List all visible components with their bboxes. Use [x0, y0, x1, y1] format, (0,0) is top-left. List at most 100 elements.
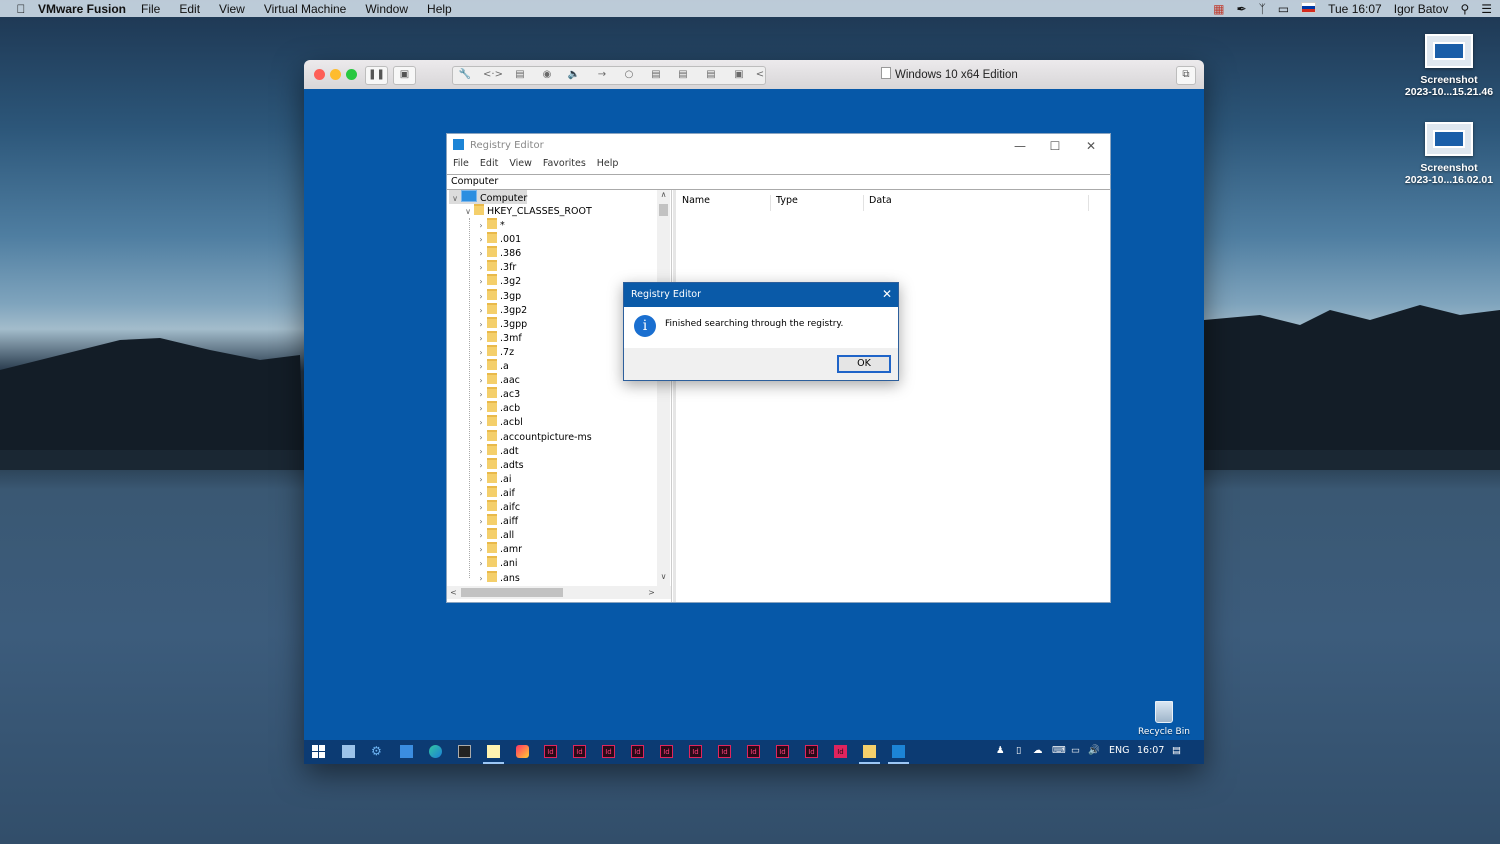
indesign-icon-3[interactable]: Id	[602, 745, 615, 758]
tree-vertical-scrollbar[interactable]: ∧ ∨	[657, 190, 670, 586]
tree-item-key[interactable]: › .a	[475, 359, 509, 373]
tree-item-key[interactable]: › .ani	[475, 556, 518, 570]
tree-item-key[interactable]: › .acbl	[475, 415, 523, 429]
pane-splitter[interactable]	[673, 190, 676, 602]
vmware-titlebar[interactable]: ❚❚ ▣ 🔧 <·> ▤ ◉ 🔈 → ○ ▤ ▤ ▤ ▣ < Windows 1…	[304, 60, 1204, 90]
tree-item-key[interactable]: › .3gpp	[475, 316, 527, 332]
menu-file[interactable]: File	[141, 2, 160, 16]
fullscreen-button[interactable]: ⧉	[1176, 66, 1196, 85]
chevron-right-icon[interactable]: ›	[475, 572, 487, 586]
indesign-icon-11[interactable]: Id	[834, 745, 847, 758]
chevron-right-icon[interactable]: ›	[475, 233, 487, 247]
language-indicator[interactable]: ENG	[1109, 745, 1129, 756]
chevron-right-icon[interactable]: ›	[475, 557, 487, 571]
volume-icon[interactable]: 🔊	[1088, 745, 1100, 756]
desktop-screenshot-2[interactable]: Screenshot 2023-10...16.02.01	[1394, 122, 1500, 186]
control-center-icon[interactable]: ☰	[1481, 2, 1492, 16]
close-icon[interactable]: ✕	[882, 287, 892, 301]
indesign-icon-9[interactable]: Id	[776, 745, 789, 758]
close-icon[interactable]: ✕	[1076, 137, 1106, 155]
sound-icon[interactable]: 🔈	[563, 66, 585, 83]
regedit-menu-help[interactable]: Help	[597, 158, 619, 174]
tree-item-key[interactable]: › .acb	[475, 401, 520, 415]
tree-item-key[interactable]: › .aiff	[475, 514, 518, 528]
chevron-right-icon[interactable]: ›	[475, 459, 487, 473]
tree-item-key[interactable]: › .adts	[475, 457, 524, 473]
chevron-right-icon[interactable]: ›	[475, 529, 487, 543]
indesign-icon-6[interactable]: Id	[689, 745, 702, 758]
tree-item-key[interactable]: › .3gp2	[475, 302, 527, 318]
camera-icon[interactable]: ▣	[728, 66, 750, 83]
pause-button[interactable]: ❚❚	[365, 66, 388, 85]
chevron-right-icon[interactable]: ›	[475, 318, 487, 332]
tree-horizontal-scrollbar[interactable]: < >	[447, 586, 671, 599]
scroll-right-icon[interactable]: >	[645, 586, 658, 599]
tree-item-key[interactable]: › .001	[475, 232, 521, 246]
tree-item-key[interactable]: › .ac3	[475, 387, 520, 401]
usb-icon[interactable]: →	[591, 66, 613, 83]
chevron-right-icon[interactable]: ›	[475, 487, 487, 501]
security-shield-icon[interactable]: ▦	[1213, 2, 1224, 16]
menubar-user[interactable]: Igor Batov	[1394, 2, 1449, 16]
notepad-icon[interactable]	[483, 745, 504, 764]
display-icon[interactable]: ▭	[1278, 2, 1289, 16]
column-name[interactable]: Name	[682, 195, 710, 206]
edge-browser-icon[interactable]	[429, 745, 442, 758]
tree-item-key[interactable]: › .386	[475, 246, 521, 260]
chevron-right-icon[interactable]: ›	[475, 416, 487, 430]
menubar-clock[interactable]: Tue 16:07	[1328, 2, 1382, 16]
chevron-right-icon[interactable]: ›	[475, 261, 487, 275]
mail-icon[interactable]	[400, 745, 413, 758]
chevron-right-icon[interactable]: ›	[475, 360, 487, 374]
tree-item-key[interactable]: › .3gp	[475, 288, 521, 303]
ok-button[interactable]: OK	[837, 355, 891, 373]
cloud-icon[interactable]: ☁	[1033, 745, 1043, 756]
indesign-icon-2[interactable]: Id	[573, 745, 586, 758]
scroll-thumb[interactable]	[659, 204, 668, 216]
cd-drive-icon[interactable]: ◉	[536, 66, 558, 83]
chevron-right-icon[interactable]: ›	[475, 346, 487, 360]
tree-item-key[interactable]: › .amr	[475, 542, 522, 556]
column-type[interactable]: Type	[776, 195, 798, 206]
menu-virtual-machine[interactable]: Virtual Machine	[264, 2, 347, 16]
chevron-right-icon[interactable]: ›	[475, 332, 487, 346]
close-window-button[interactable]	[314, 69, 325, 80]
task-view-icon[interactable]	[342, 745, 355, 758]
indesign-icon-1[interactable]: Id	[544, 745, 557, 758]
indesign-icon-4[interactable]: Id	[631, 745, 644, 758]
tree-item-key[interactable]: › .aif	[475, 485, 515, 501]
indesign-icon-7[interactable]: Id	[718, 745, 731, 758]
regedit-titlebar[interactable]: Registry Editor — ☐ ✕	[447, 134, 1110, 158]
chevron-right-icon[interactable]: ›	[475, 388, 487, 402]
tree-item-key[interactable]: › .3mf	[475, 330, 522, 346]
menu-app-name[interactable]: VMware Fusion	[38, 2, 126, 16]
input-flag-icon[interactable]	[1301, 1, 1317, 16]
chevron-right-icon[interactable]: ›	[475, 402, 487, 416]
tree-item-key[interactable]: › .aifc	[475, 500, 520, 514]
chevron-right-icon[interactable]: ›	[475, 247, 487, 261]
address-bar[interactable]: Computer	[447, 174, 1111, 190]
start-windows-icon[interactable]	[312, 745, 325, 758]
guest-desktop[interactable]: Registry Editor — ☐ ✕ File Edit View Fav…	[304, 89, 1204, 764]
scroll-down-icon[interactable]: ∨	[657, 572, 670, 581]
chevron-right-icon[interactable]: ›	[475, 374, 487, 388]
tree-item-key[interactable]: › .aac	[475, 373, 520, 387]
notification-center-icon[interactable]: ▤	[1172, 745, 1181, 756]
tree-item-key[interactable]: › .adt	[475, 443, 519, 458]
regedit-menu-edit[interactable]: Edit	[480, 158, 498, 174]
menu-window[interactable]: Window	[365, 2, 408, 16]
spotlight-search-icon[interactable]: ⚲	[1460, 2, 1469, 16]
tree-item-key[interactable]: › .3fr	[475, 260, 516, 274]
disk-icon-3[interactable]: ▤	[700, 66, 722, 83]
tree-item-key[interactable]: › .ans	[475, 570, 520, 586]
column-separator[interactable]	[863, 195, 864, 211]
chevron-right-icon[interactable]: ›	[475, 501, 487, 515]
chevron-down-icon[interactable]: ∨	[462, 205, 474, 219]
chevron-right-icon[interactable]: ›	[475, 304, 487, 318]
menu-edit[interactable]: Edit	[179, 2, 200, 16]
tree-item-key[interactable]: › .all	[475, 528, 514, 542]
disk-icon-2[interactable]: ▤	[672, 66, 694, 83]
menu-help[interactable]: Help	[427, 2, 452, 16]
column-data[interactable]: Data	[869, 195, 892, 206]
desktop-screenshot-1[interactable]: Screenshot 2023-10...15.21.46	[1394, 34, 1500, 98]
